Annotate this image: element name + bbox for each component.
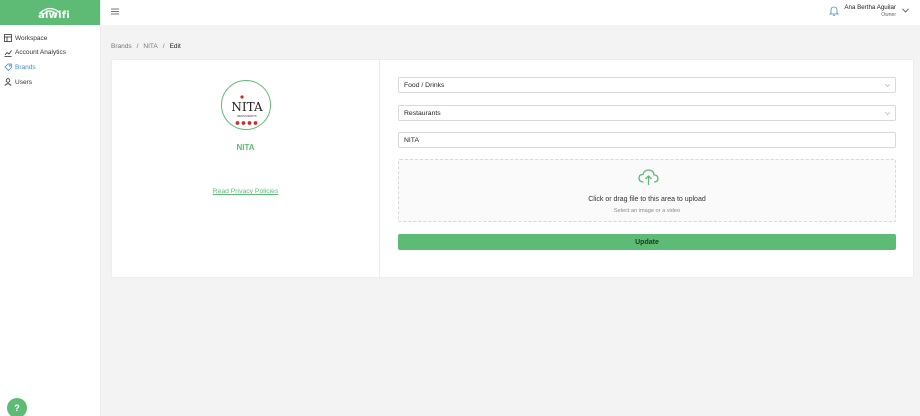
file-upload-dropzone[interactable]: Click or drag file to this area to uploa… bbox=[398, 159, 896, 222]
user-menu[interactable]: Ana Bertha Aguilar Owner bbox=[844, 4, 896, 18]
menu-toggle-icon[interactable] bbox=[111, 8, 119, 15]
top-bar: Ana Bertha Aguilar Owner bbox=[101, 0, 920, 25]
breadcrumb-separator: / bbox=[162, 43, 165, 50]
privacy-policy-link[interactable]: Read Privacy Policies bbox=[112, 188, 379, 195]
sidebar-item-label: Workspace bbox=[15, 34, 48, 42]
brand-name-value: NITA bbox=[404, 136, 419, 144]
breadcrumb: Brands / NITA / Edit bbox=[111, 43, 181, 50]
app-logo[interactable]: aiwifi bbox=[30, 5, 70, 21]
chevron-down-icon bbox=[885, 84, 890, 87]
brand-logo: NITA RESTAURANTS bbox=[221, 80, 271, 130]
breadcrumb-separator: / bbox=[136, 43, 139, 50]
brand-edit-card: NITA RESTAURANTS NITA Read Privacy Polic… bbox=[111, 59, 914, 279]
brand-name-input[interactable]: NITA bbox=[398, 132, 896, 148]
sidebar-nav: Workspace Account Analytics Brands Users bbox=[0, 25, 100, 89]
help-button[interactable]: ? bbox=[7, 398, 27, 416]
sidebar-item-brands[interactable]: Brands bbox=[0, 60, 100, 75]
card-divider bbox=[379, 60, 380, 279]
brand-name: NITA bbox=[236, 143, 255, 152]
subcategory-select[interactable]: Restaurants bbox=[398, 105, 896, 121]
bell-icon[interactable] bbox=[829, 5, 839, 16]
nita-logo-image: NITA RESTAURANTS bbox=[231, 95, 263, 125]
breadcrumb-brands[interactable]: Brands bbox=[111, 43, 132, 50]
logo-bar: aiwifi bbox=[0, 0, 100, 25]
analytics-icon bbox=[4, 49, 12, 57]
breadcrumb-edit: Edit bbox=[169, 43, 181, 50]
sidebar-item-account-analytics[interactable]: Account Analytics bbox=[0, 46, 100, 61]
update-button[interactable]: Update bbox=[398, 234, 896, 250]
subcategory-value: Restaurants bbox=[404, 109, 441, 117]
user-role: Owner bbox=[881, 12, 896, 18]
sidebar-item-label: Brands bbox=[15, 63, 36, 71]
breadcrumb-nita[interactable]: NITA bbox=[143, 43, 157, 50]
workspace-icon bbox=[4, 34, 12, 43]
chevron-down-icon bbox=[885, 112, 890, 115]
upload-title: Click or drag file to this area to uploa… bbox=[588, 196, 706, 203]
logo-text: aiwifi bbox=[38, 10, 70, 21]
svg-text:NITA: NITA bbox=[231, 100, 263, 114]
user-name: Ana Bertha Aguilar bbox=[844, 4, 896, 11]
sidebar-item-workspace[interactable]: Workspace bbox=[0, 31, 100, 46]
svg-text:RESTAURANTS: RESTAURANTS bbox=[237, 114, 256, 118]
chevron-down-icon[interactable] bbox=[902, 8, 909, 13]
sidebar: aiwifi Workspace Account Analytics Brand… bbox=[0, 0, 101, 416]
category-select[interactable]: Food / Drinks bbox=[398, 77, 896, 93]
sidebar-item-label: Users bbox=[15, 78, 32, 86]
sidebar-item-users[interactable]: Users bbox=[0, 75, 100, 90]
brands-icon bbox=[4, 63, 12, 72]
user-icon bbox=[4, 78, 12, 86]
upload-hint: Select an image or a video bbox=[613, 208, 681, 214]
sidebar-item-label: Account Analytics bbox=[15, 49, 66, 57]
cloud-upload-icon bbox=[638, 169, 659, 185]
category-value: Food / Drinks bbox=[404, 81, 445, 89]
